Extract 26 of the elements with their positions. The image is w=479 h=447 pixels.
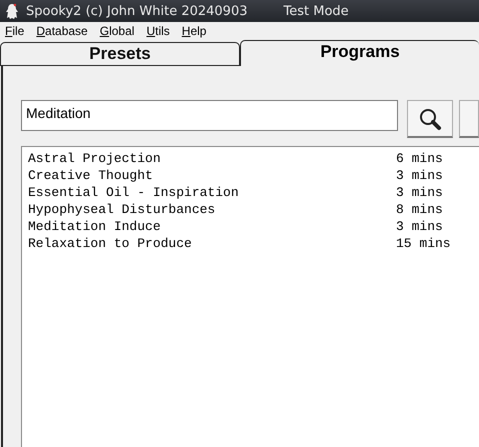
search-icon [418,106,442,130]
menu-item[interactable]: Utils [146,24,170,38]
program-name: Essential Oil - Inspiration [28,185,240,200]
program-duration: 6 mins [396,151,443,166]
search-field[interactable]: Meditation [21,100,398,131]
toolbar-button[interactable] [459,100,479,138]
search-button[interactable] [406,100,454,138]
program-name: Meditation Induce [28,219,162,234]
program-duration: 3 mins [396,185,443,200]
program-name: Astral Projection [28,151,162,166]
menu-item[interactable]: Global [100,24,134,38]
ghost-icon [6,3,18,19]
program-name: Hypophyseal Disturbances [28,202,216,217]
mode-label: Test Mode [284,4,349,18]
menu-item[interactable]: Database [36,24,88,38]
window-title: Spooky2 (c) John White 20240903 [26,4,248,18]
program-duration: 15 mins [396,236,451,251]
program-duration: 3 mins [396,219,443,234]
program-name: Relaxation to Produce [28,236,193,251]
program-name: Creative Thought [28,168,154,183]
menu-item[interactable]: Help [182,24,206,38]
tab[interactable]: Presets [0,42,240,66]
menu-item[interactable]: File [5,24,24,38]
program-duration: 3 mins [396,168,443,183]
program-duration: 8 mins [396,202,443,217]
tab[interactable]: Programs [240,40,479,66]
